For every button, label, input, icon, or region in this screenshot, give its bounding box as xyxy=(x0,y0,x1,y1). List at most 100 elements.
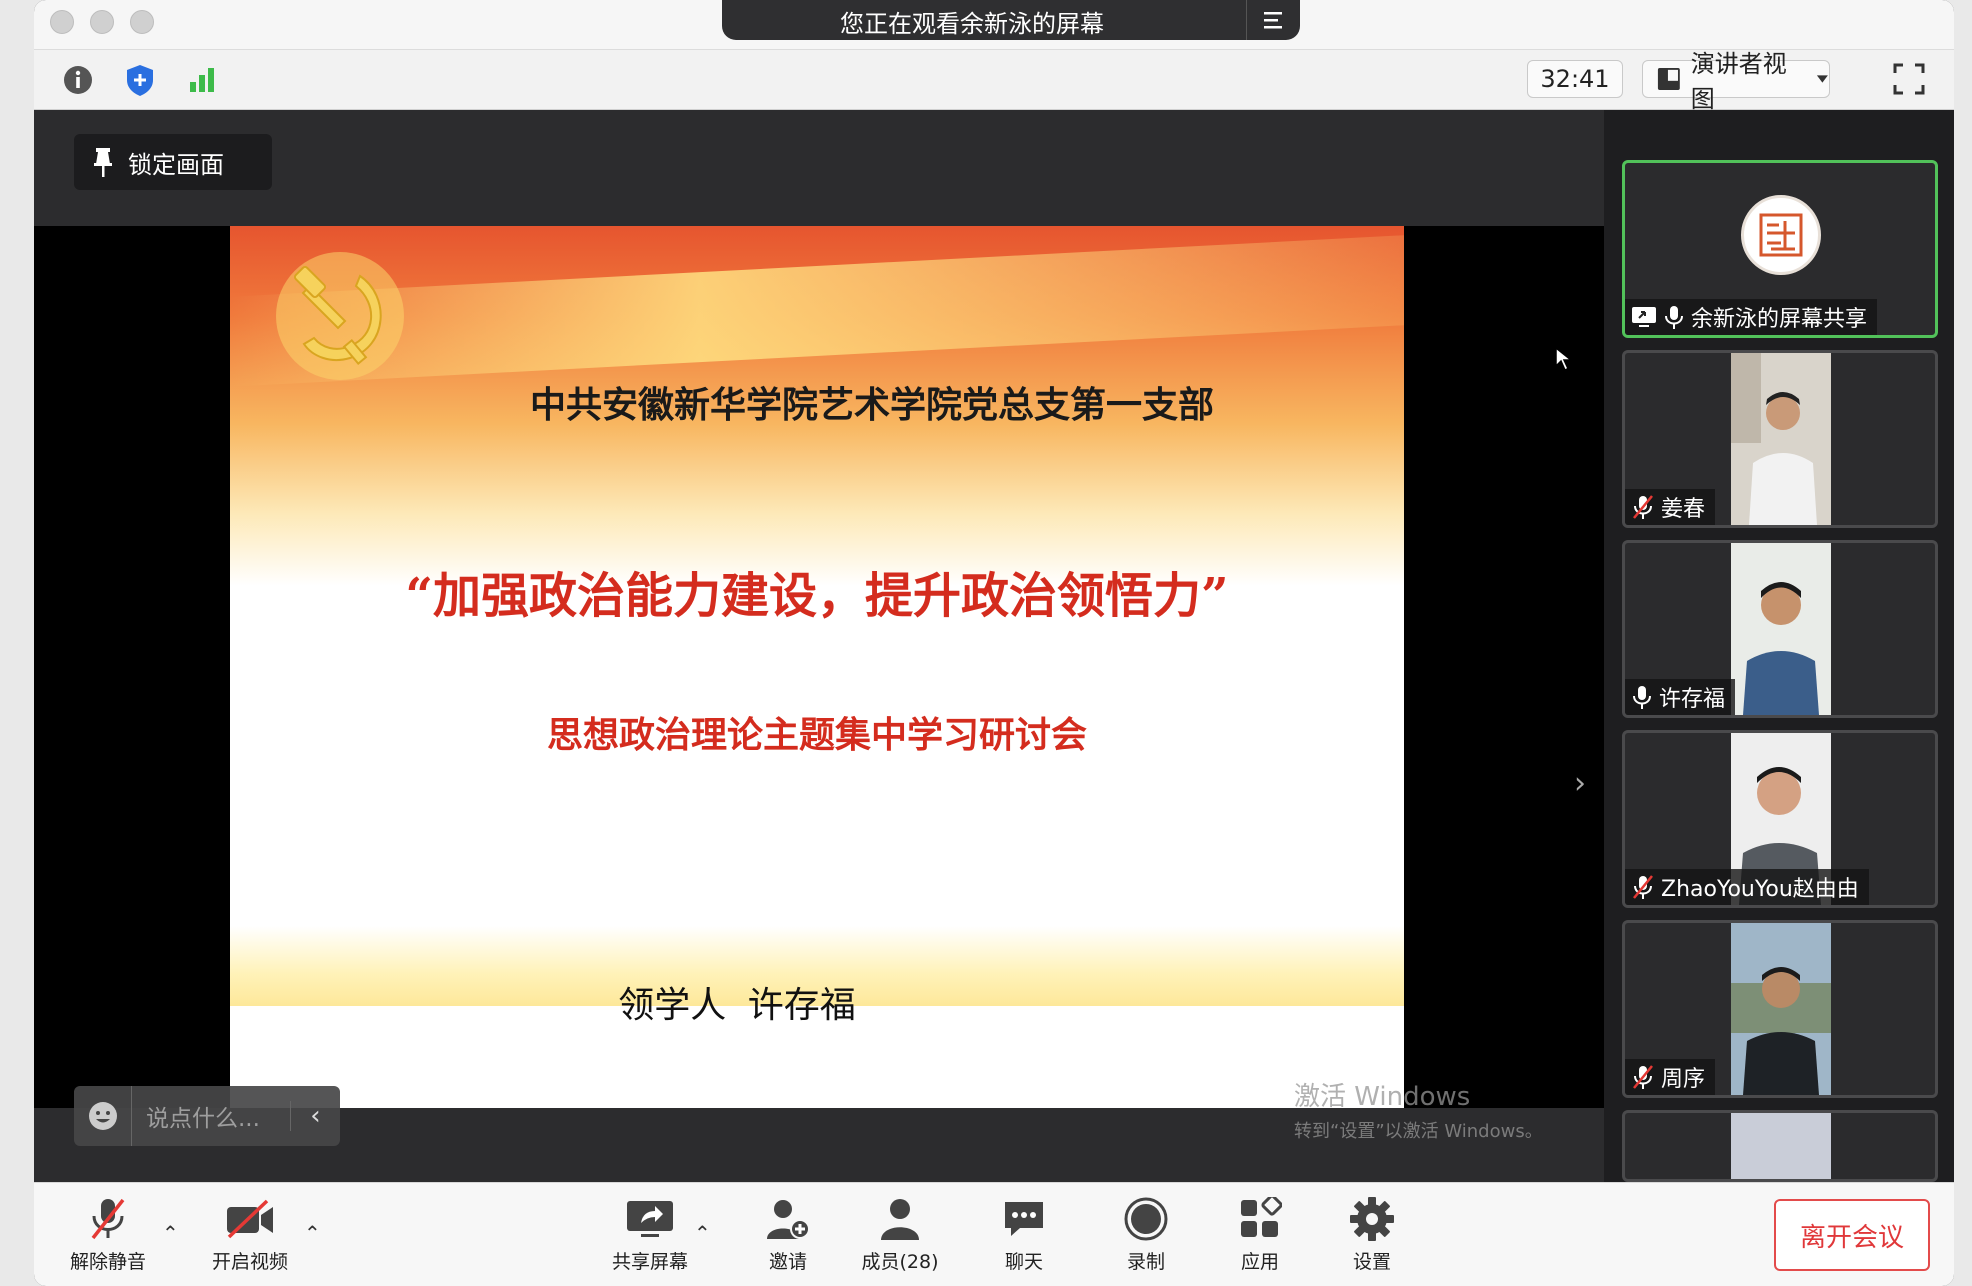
participant-name-tag: 许存福 xyxy=(1625,679,1736,715)
participant-video xyxy=(1731,923,1831,1095)
participant-name-tag: 姜春 xyxy=(1625,489,1716,525)
participant-tile[interactable]: 许存福 xyxy=(1622,540,1938,718)
participant-tile[interactable]: 姜春 xyxy=(1622,350,1938,528)
quick-chat-box: 说点什么... ‹ xyxy=(74,1086,340,1146)
slide-subtitle: 思想政治理论主题集中学习研讨会 xyxy=(546,715,1087,756)
settings-button[interactable]: 设置 xyxy=(1322,1195,1422,1274)
pin-icon xyxy=(94,148,112,177)
participant-tile[interactable]: 余新泳的屏幕共享 xyxy=(1622,160,1938,338)
participant-name-tag: 周序 xyxy=(1625,1059,1716,1095)
participant-gallery: 余新泳的屏幕共享 姜春 许存福 ZhaoYouYou赵由由 周序 xyxy=(1604,110,1954,1182)
minimize-window-button[interactable] xyxy=(90,10,114,34)
chat-input[interactable]: 说点什么... xyxy=(132,1099,290,1133)
chevron-right-icon[interactable]: › xyxy=(1574,766,1586,801)
info-icon xyxy=(64,66,92,94)
lock-view-button[interactable]: 锁定画面 xyxy=(74,134,272,190)
network-stats-button[interactable] xyxy=(184,62,220,98)
collapse-chat-button[interactable]: ‹ xyxy=(290,1101,340,1131)
apps-button[interactable]: 应用 xyxy=(1210,1195,1310,1274)
record-icon xyxy=(1124,1197,1168,1241)
speaker-view-icon xyxy=(1657,68,1680,90)
shield-icon xyxy=(127,65,153,96)
unmute-button[interactable]: 解除静音 xyxy=(58,1195,158,1274)
chat-bubble-icon xyxy=(1005,1202,1043,1236)
windows-activation-watermark: 激活 Windows 转到“设置”以激活 Windows。 xyxy=(1294,1076,1543,1143)
banner-menu-button[interactable] xyxy=(1246,0,1300,40)
mic-icon xyxy=(1665,306,1683,329)
slide-title: “加强政治能力建设，提升政治领悟力” xyxy=(405,568,1229,624)
leave-meeting-button[interactable]: 离开会议 xyxy=(1774,1199,1930,1271)
slide-organization: 中共安徽新华学院艺术学院党总支第一支部 xyxy=(530,384,1215,426)
participant-name-tag: 余新泳的屏幕共享 xyxy=(1625,299,1878,335)
gear-icon xyxy=(1350,1197,1394,1241)
mic-icon xyxy=(1633,686,1651,709)
shared-screen-area: 锁定画面 中共安徽新华学院艺术学院党总支第一支部 “加强政治能力建设，提升政治领… xyxy=(34,110,1612,1182)
meeting-window: 您正在观看余新泳的屏幕 32:41 演讲者视图 锁定画面 中共安徽新华学院艺术学… xyxy=(34,0,1954,1286)
presentation-slide: 中共安徽新华学院艺术学院党总支第一支部 “加强政治能力建设，提升政治领悟力” 思… xyxy=(230,226,1404,1108)
chat-label: 聊天 xyxy=(1004,1251,1043,1273)
person-icon xyxy=(881,1199,919,1240)
meeting-toolbar: 32:41 演讲者视图 xyxy=(34,50,1954,113)
security-button[interactable] xyxy=(122,62,158,98)
emoji-button[interactable] xyxy=(74,1086,132,1146)
participant-name: 周序 xyxy=(1661,1067,1706,1092)
video-off-icon xyxy=(227,1199,273,1239)
watermark-line1: 激活 Windows xyxy=(1294,1082,1471,1112)
apps-icon xyxy=(1241,1197,1282,1237)
participant-tile[interactable] xyxy=(1622,1110,1938,1182)
screen-share-view: 中共安徽新华学院艺术学院党总支第一支部 “加强政治能力建设，提升政治领悟力” 思… xyxy=(34,226,1604,1146)
title-bar: 您正在观看余新泳的屏幕 xyxy=(34,0,1954,50)
settings-label: 设置 xyxy=(1352,1251,1391,1273)
share-screen-button[interactable]: 共享屏幕 xyxy=(600,1195,700,1274)
meeting-info-button[interactable] xyxy=(60,62,96,98)
mouse-cursor-icon xyxy=(1555,346,1574,372)
participant-name-tag: ZhaoYouYou赵由由 xyxy=(1625,869,1869,905)
audio-options-caret[interactable]: ⌃ xyxy=(162,1221,179,1245)
record-button[interactable]: 录制 xyxy=(1096,1195,1196,1274)
add-person-icon xyxy=(767,1200,810,1239)
emoji-icon xyxy=(88,1102,117,1130)
video-options-caret[interactable]: ⌃ xyxy=(304,1221,321,1245)
participants-label: 成员(28) xyxy=(861,1251,939,1273)
participant-video xyxy=(1731,543,1831,715)
invite-label: 邀请 xyxy=(768,1251,807,1273)
start-video-label: 开启视频 xyxy=(211,1251,288,1273)
participants-button[interactable]: 成员(28) xyxy=(850,1195,950,1274)
share-options-caret[interactable]: ⌃ xyxy=(694,1221,711,1245)
meeting-controls: 解除静音 ⌃ 开启视频 ⌃ 共享屏幕 ⌃ 邀请 成员(28) 聊天 录制 应用 … xyxy=(34,1182,1954,1286)
view-mode-label: 演讲者视图 xyxy=(1690,50,1787,113)
chat-button[interactable]: 聊天 xyxy=(974,1195,1074,1274)
signal-bars-icon xyxy=(190,68,214,92)
apps-label: 应用 xyxy=(1240,1251,1279,1273)
party-emblem-icon xyxy=(276,252,404,380)
start-video-button[interactable]: 开启视频 xyxy=(200,1195,300,1274)
unmute-label: 解除静音 xyxy=(69,1251,146,1273)
zoom-window-button[interactable] xyxy=(130,10,154,34)
participant-tile[interactable]: ZhaoYouYou赵由由 xyxy=(1622,730,1938,908)
fullscreen-button[interactable] xyxy=(1892,62,1926,96)
muted-mic-icon xyxy=(1633,1065,1653,1089)
dropdown-caret-icon xyxy=(1817,75,1829,83)
screen-share-icon xyxy=(1632,307,1656,327)
participant-video xyxy=(1731,1113,1831,1179)
fullscreen-icon xyxy=(1893,63,1925,95)
muted-mic-icon xyxy=(1633,495,1653,519)
muted-mic-icon xyxy=(91,1198,125,1240)
share-screen-label: 共享屏幕 xyxy=(611,1251,688,1273)
close-window-button[interactable] xyxy=(50,10,74,34)
chevron-left-icon: ‹ xyxy=(310,1101,321,1131)
participant-tile[interactable]: 周序 xyxy=(1622,920,1938,1098)
avatar xyxy=(1741,195,1821,275)
view-mode-dropdown[interactable]: 演讲者视图 xyxy=(1642,50,1830,113)
watermark-line2: 转到“设置”以激活 Windows。 xyxy=(1294,1121,1543,1142)
lock-view-label: 锁定画面 xyxy=(128,150,224,179)
participant-name: 余新泳的屏幕共享 xyxy=(1691,307,1868,332)
invite-button[interactable]: 邀请 xyxy=(738,1195,838,1274)
meeting-timer: 32:41 xyxy=(1527,60,1623,98)
participant-name: ZhaoYouYou赵由由 xyxy=(1661,877,1859,902)
participant-name: 许存福 xyxy=(1659,687,1726,712)
menu-icon xyxy=(1263,12,1282,29)
participant-video xyxy=(1731,353,1831,525)
slide-leader: 领学人 许存福 xyxy=(618,985,856,1026)
watching-text: 您正在观看余新泳的屏幕 xyxy=(840,10,1104,38)
